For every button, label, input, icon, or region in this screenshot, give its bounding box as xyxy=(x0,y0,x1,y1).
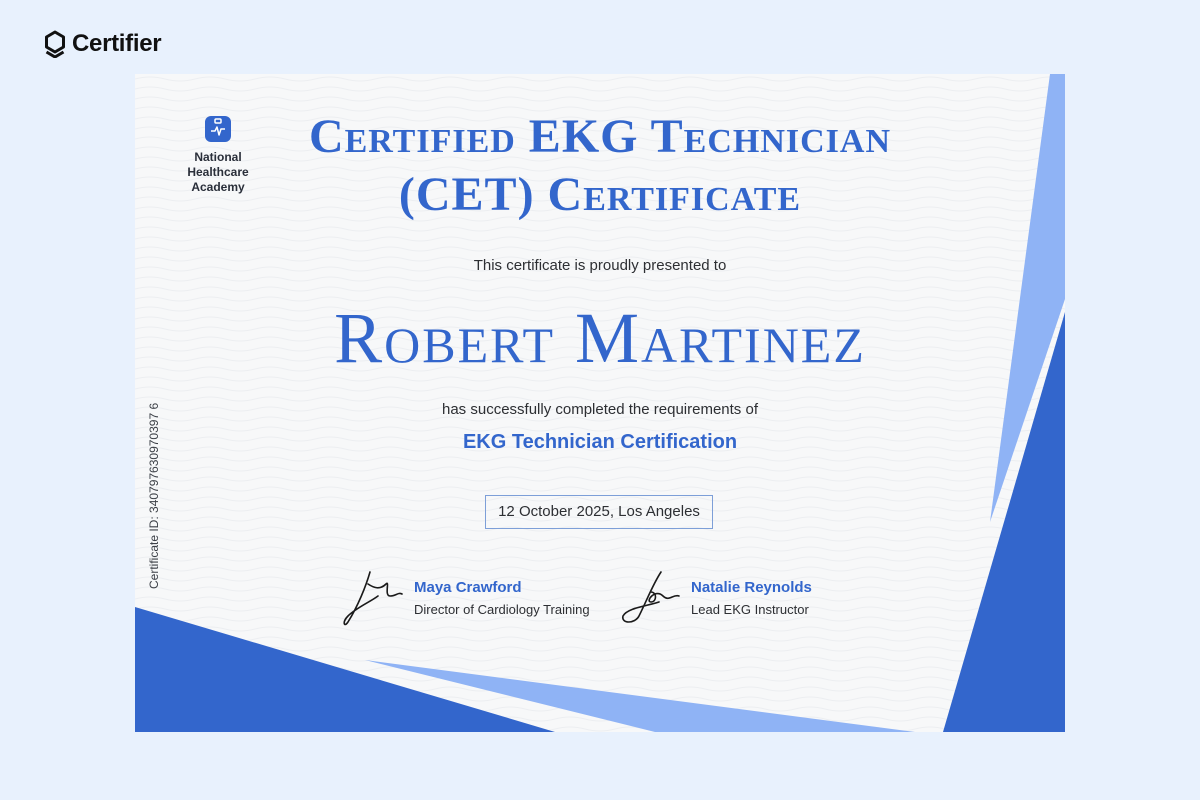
signature-scribble xyxy=(343,571,403,626)
certifier-brand: Certifier xyxy=(44,30,162,58)
signature-scribble xyxy=(622,571,680,623)
organization-name-line: Healthcare xyxy=(187,165,249,179)
completed-text: has successfully completed the requireme… xyxy=(442,401,758,418)
organization-name: National Healthcare Academy xyxy=(185,150,251,195)
certificate-id: Certificate ID: 340797630970397 6 xyxy=(147,402,161,589)
organization-name-line: Academy xyxy=(191,180,245,194)
course-name: EKG Technician Certification xyxy=(462,431,738,453)
organization-badge: National Healthcare Academy xyxy=(185,116,251,195)
certificate-title: Certified EKG Technician (CET) Certifica… xyxy=(245,108,955,224)
certificate-title-line1: Certified EKG Technician xyxy=(308,110,892,163)
presented-text: This certificate is proudly presented to xyxy=(473,257,727,274)
certificate: National Healthcare Academy Certified EK… xyxy=(135,74,1065,732)
organization-name-line: National xyxy=(194,150,242,164)
signer-role: Lead EKG Instructor xyxy=(691,602,809,617)
signature-block-2: Natalie Reynolds Lead EKG Instructor xyxy=(617,566,812,630)
signer-name: Natalie Reynolds xyxy=(691,579,812,596)
signer-role: Director of Cardiology Training xyxy=(414,602,590,617)
signature-block-1: Maya Crawford Director of Cardiology Tra… xyxy=(340,566,590,630)
certificate-title-line2: (CET) Certificate xyxy=(398,168,802,221)
medical-kit-heartbeat-icon xyxy=(205,116,231,142)
brand-name: Certifier xyxy=(72,30,162,57)
signer-name: Maya Crawford xyxy=(414,579,522,596)
date-location: 12 October 2025, Los Angeles xyxy=(485,495,713,529)
recipient-name: Robert Martinez xyxy=(334,298,866,378)
certifier-logo-icon xyxy=(44,30,66,58)
